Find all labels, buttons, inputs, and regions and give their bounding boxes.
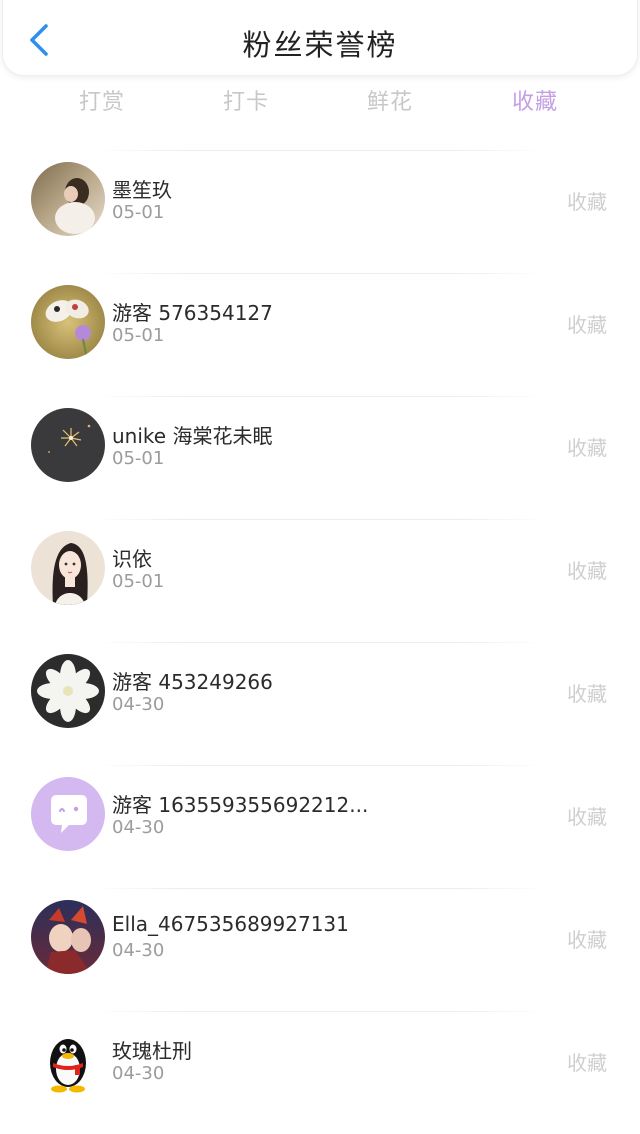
favorite-label: 收藏: [567, 436, 607, 460]
divider: [95, 273, 545, 274]
avatar[interactable]: [31, 777, 105, 851]
top-nav-bar: 粉丝荣誉榜: [2, 0, 638, 76]
fan-list: 墨笙玖 05-01 收藏 游客 576354127 05-01 收藏 unike…: [0, 150, 640, 1134]
avatar[interactable]: [31, 900, 105, 974]
fan-name: unike 海棠花未眠: [112, 424, 273, 448]
tab-flowers[interactable]: 鲜花: [367, 84, 413, 116]
fan-name: 游客 163559355692212...: [112, 793, 369, 817]
list-item[interactable]: 游客 576354127 05-01 收藏: [0, 273, 640, 396]
fan-date: 04-30: [112, 940, 165, 961]
list-item[interactable]: 墨笙玖 05-01 收藏: [0, 150, 640, 273]
fan-date: 05-01: [112, 325, 165, 346]
tab-reward[interactable]: 打赏: [79, 84, 125, 116]
list-item[interactable]: 识依 05-01 收藏: [0, 519, 640, 642]
page-title: 粉丝荣誉榜: [242, 28, 398, 62]
fan-name: 玫瑰杜刑: [112, 1039, 192, 1063]
fan-name: 游客 453249266: [112, 670, 273, 694]
divider: [95, 765, 545, 766]
category-tabs: 打赏 打卡 鲜花 收藏: [0, 84, 640, 124]
list-item[interactable]: 游客 453249266 04-30 收藏: [0, 642, 640, 765]
divider: [95, 396, 545, 397]
fan-name: 识依: [112, 547, 152, 571]
fan-date: 04-30: [112, 694, 165, 715]
divider: [95, 1011, 545, 1012]
list-item[interactable]: unike 海棠花未眠 05-01 收藏: [0, 396, 640, 519]
favorite-label: 收藏: [567, 682, 607, 706]
avatar[interactable]: [31, 654, 105, 728]
favorite-label: 收藏: [567, 805, 607, 829]
avatar[interactable]: [31, 531, 105, 605]
tab-favorites[interactable]: 收藏: [512, 84, 558, 116]
favorite-label: 收藏: [567, 1051, 607, 1075]
list-item[interactable]: 游客 163559355692212... 04-30 收藏: [0, 765, 640, 888]
fan-name: 游客 576354127: [112, 301, 273, 325]
divider: [95, 642, 545, 643]
fan-date: 05-01: [112, 571, 165, 592]
tab-checkin[interactable]: 打卡: [223, 84, 269, 116]
favorite-label: 收藏: [567, 313, 607, 337]
fan-date: 04-30: [112, 1063, 165, 1084]
fan-date: 04-30: [112, 817, 165, 838]
avatar[interactable]: [31, 162, 105, 236]
fan-name: 墨笙玖: [112, 178, 172, 202]
divider: [95, 519, 545, 520]
list-item[interactable]: Ella_467535689927131 04-30 收藏: [0, 888, 640, 1011]
divider: [95, 150, 545, 151]
avatar[interactable]: [31, 285, 105, 359]
favorite-label: 收藏: [567, 559, 607, 583]
divider: [95, 888, 545, 889]
fan-date: 05-01: [112, 448, 165, 469]
qq-penguin-icon[interactable]: [31, 1023, 105, 1097]
fan-date: 05-01: [112, 202, 165, 223]
avatar[interactable]: [31, 408, 105, 482]
favorite-label: 收藏: [567, 928, 607, 952]
list-item[interactable]: 玫瑰杜刑 04-30 收藏: [0, 1011, 640, 1134]
favorite-label: 收藏: [567, 190, 607, 214]
fan-name: Ella_467535689927131: [112, 912, 349, 936]
